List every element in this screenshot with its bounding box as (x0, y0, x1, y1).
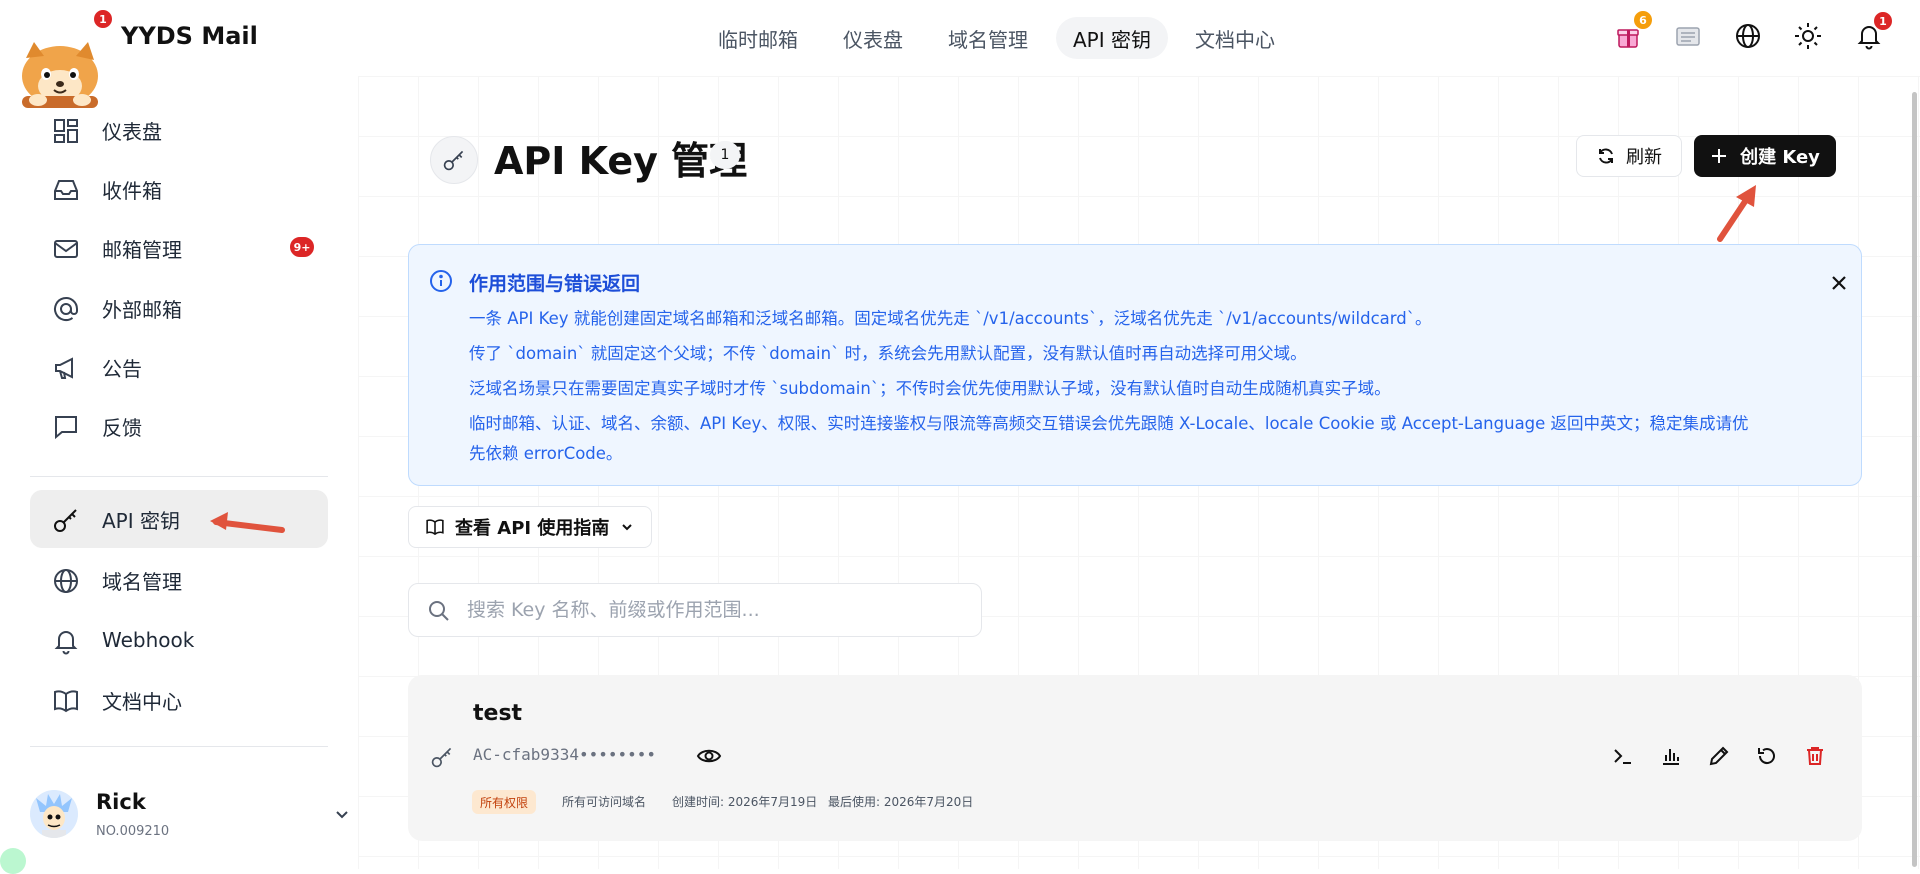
info-line: 传了 `domain` 就固定这个父域；不传 `domain` 时，系统会先用默… (469, 344, 1307, 363)
top-bar: YYDS Mail 1 临时邮箱 仪表盘 域名管理 API 密钥 文档中心 6 … (0, 0, 1920, 76)
key-name: test (473, 701, 523, 726)
dashboard-icon (54, 119, 78, 143)
info-line: 先依赖 errorCode。 (469, 444, 623, 463)
user-name: Rick (96, 790, 146, 814)
info-line: 一条 API Key 就能创建固定域名邮箱和泛域名邮箱。固定域名优先走 `/v1… (469, 309, 1432, 328)
sidebar-divider (30, 476, 328, 477)
language-globe-icon[interactable] (1730, 18, 1766, 54)
info-line: 临时邮箱、认证、域名、余额、API Key、权限、实时连接鉴权与限流等高频交互错… (469, 414, 1749, 433)
book-open-icon (426, 519, 444, 536)
key-count-badge: 1 (710, 141, 740, 169)
mailbox-count-badge: 9+ (288, 235, 316, 259)
sidebar-item-label: 仪表盘 (102, 119, 162, 144)
search-input[interactable] (467, 596, 967, 624)
sidebar-item-dashboard[interactable]: 仪表盘 (30, 101, 328, 159)
sidebar-item-domains[interactable]: 域名管理 (30, 551, 328, 609)
terminal-icon[interactable] (1608, 741, 1638, 771)
chevron-down-icon[interactable] (332, 804, 352, 824)
gift-badge: 6 (1632, 9, 1654, 31)
page-key-icon (430, 136, 478, 184)
page-title: API Key 管理 (494, 139, 748, 183)
created-time: 创建时间: 2026年7月19日 (672, 795, 818, 809)
key-masked-value: AC-cfab9334•••••••• (473, 745, 657, 764)
api-key-card: test AC-cfab9334•••••••• 所有权限 所有可访问域名 创建… (408, 675, 1862, 841)
delete-trash-icon[interactable] (1800, 741, 1830, 771)
search-icon (429, 601, 449, 621)
sidebar-item-announcements[interactable]: 公告 (30, 338, 328, 396)
book-icon (54, 690, 78, 713)
close-icon[interactable] (1827, 271, 1851, 295)
user-id: NO.009210 (96, 824, 170, 839)
nav-docs[interactable]: 文档中心 (1178, 17, 1292, 59)
inbox-icon (54, 180, 78, 200)
search-box (408, 583, 982, 637)
create-key-label: 创建 Key (1740, 147, 1820, 168)
brand-title[interactable]: YYDS Mail (121, 22, 258, 50)
message-icon (55, 416, 77, 440)
floating-status-dot[interactable] (0, 848, 26, 874)
scrollbar[interactable] (1912, 92, 1917, 867)
info-alert: 作用范围与错误返回 一条 API Key 就能创建固定域名邮箱和泛域名邮箱。固定… (408, 244, 1862, 486)
key-icon (430, 745, 454, 769)
sidebar-item-label: API 密钥 (102, 508, 180, 533)
refresh-icon (1599, 148, 1613, 164)
sidebar-divider (30, 746, 328, 747)
megaphone-icon (55, 357, 73, 379)
domain-scope: 所有可访问域名 (562, 795, 647, 809)
info-icon (430, 270, 452, 292)
sidebar-item-mailboxes[interactable]: 邮箱管理 9+ (30, 219, 328, 277)
sidebar-item-label: 公告 (102, 356, 142, 381)
chevron-down-icon (622, 524, 633, 531)
bell-badge: 1 (1872, 10, 1894, 32)
brand-badge: 1 (92, 8, 114, 30)
sidebar-item-label: 文档中心 (102, 689, 182, 714)
theme-sun-icon[interactable] (1790, 18, 1826, 54)
sidebar-item-external-mail[interactable]: 外部邮箱 (30, 279, 328, 337)
avatar[interactable] (30, 790, 78, 838)
eye-icon[interactable] (696, 743, 722, 769)
sidebar-item-label: 邮箱管理 (102, 237, 182, 262)
key-icon (54, 509, 77, 532)
sidebar-item-label: Webhook (102, 628, 195, 652)
sidebar-item-docs[interactable]: 文档中心 (30, 671, 328, 729)
create-key-button[interactable]: 创建 Key (1694, 135, 1836, 177)
sidebar-item-inbox[interactable]: 收件箱 (30, 160, 328, 218)
sidebar-item-label: 外部邮箱 (102, 297, 182, 322)
stats-chart-icon[interactable] (1656, 741, 1686, 771)
last-used-time: 最后使用: 2026年7月20日 (828, 795, 974, 809)
plus-icon (1712, 149, 1727, 163)
sidebar-item-webhook[interactable]: Webhook (30, 611, 328, 669)
refresh-button[interactable]: 刷新 (1576, 135, 1682, 177)
at-icon (54, 297, 78, 321)
nav-api-keys[interactable]: API 密钥 (1056, 17, 1168, 59)
bell-icon (54, 631, 78, 655)
sidebar-item-label: 反馈 (102, 415, 142, 440)
nav-temp-mail[interactable]: 临时邮箱 (701, 17, 815, 59)
guide-label: 查看 API 使用指南 (455, 518, 610, 539)
api-guide-dropdown[interactable]: 查看 API 使用指南 (408, 506, 652, 548)
regenerate-icon[interactable] (1752, 741, 1782, 771)
nav-dashboard[interactable]: 仪表盘 (826, 17, 920, 59)
sidebar-item-label: 收件箱 (102, 178, 162, 203)
annotation-arrow-left-icon (210, 512, 285, 533)
info-title: 作用范围与错误返回 (469, 273, 641, 295)
sidebar-item-feedback[interactable]: 反馈 (30, 397, 328, 455)
refresh-label: 刷新 (1626, 147, 1662, 168)
annotation-arrow-up-icon (1717, 185, 1756, 242)
nav-domains[interactable]: 域名管理 (931, 17, 1045, 59)
mail-icon (54, 240, 78, 258)
sidebar-item-label: 域名管理 (102, 569, 182, 594)
permission-badge: 所有权限 (472, 790, 537, 814)
info-line: 泛域名场景只在需要固定真实子域时才传 `subdomain`；不传时会优先使用默… (469, 379, 1391, 398)
edit-pencil-icon[interactable] (1704, 741, 1734, 771)
globe-icon (54, 569, 78, 593)
newspaper-icon[interactable] (1670, 18, 1706, 54)
